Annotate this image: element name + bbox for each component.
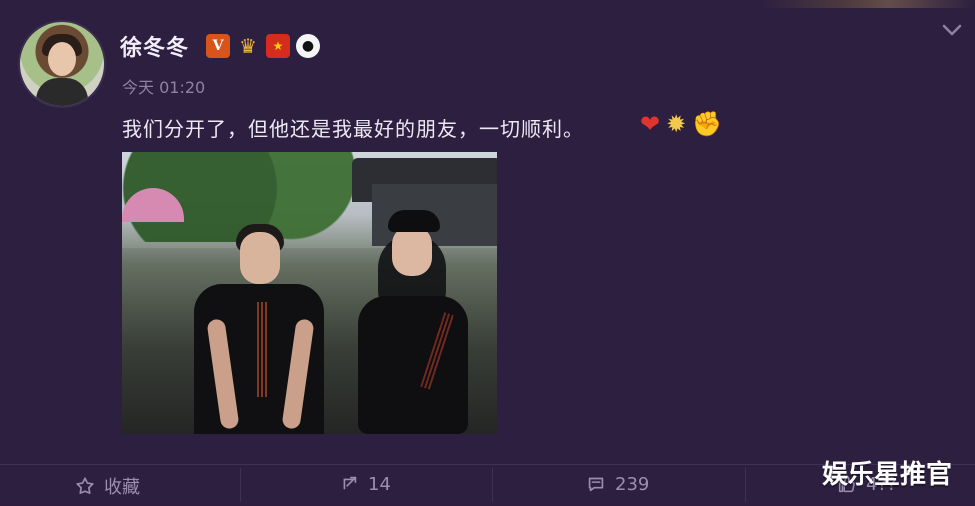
favorite-label: 收藏 [104, 477, 140, 498]
star-icon [76, 477, 94, 494]
post-time: 今天 01:20 [122, 78, 206, 97]
image-woman-head [392, 226, 432, 276]
comment-icon [588, 477, 604, 492]
flex-arm-icon: ✊ [692, 110, 723, 138]
weibo-post-card: 徐冬冬 V ♛ ★ ● 今天 01:20 我们分开了，但他还是我最好的朋友，一切… [0, 0, 975, 505]
watermark-text: 娱乐星推官 [822, 460, 953, 490]
image-woman-cap [388, 210, 440, 232]
post-emojis: ❤ ✹ ✊ [640, 110, 722, 138]
top-decoration [760, 0, 975, 8]
avatar[interactable] [20, 22, 104, 106]
share-icon [343, 476, 357, 490]
post-text: 我们分开了，但他还是我最好的朋友，一切顺利。 [122, 117, 584, 141]
username[interactable]: 徐冬冬 [120, 30, 189, 62]
favorite-button[interactable]: 收藏 [74, 473, 140, 499]
avatar-face [48, 42, 76, 76]
comment-count: 239 [615, 473, 650, 495]
image-person-woman [352, 210, 472, 434]
crown-icon: ♛ [239, 34, 257, 58]
heart-icon: ❤ [640, 110, 661, 138]
share-count: 14 [368, 473, 391, 495]
chevron-down-icon [942, 24, 962, 36]
image-incense-1 [257, 302, 267, 397]
share-button[interactable]: 14 [338, 473, 391, 495]
more-options-icon[interactable] [941, 22, 963, 38]
image-man-head [240, 232, 280, 284]
comment-button[interactable]: 239 [585, 473, 649, 495]
verified-v-icon: V [206, 34, 230, 58]
sun-icon: ✹ [666, 110, 687, 138]
avatar-body [36, 78, 88, 106]
user-badges: V ♛ ★ ● [206, 34, 320, 58]
china-flag-icon: ★ [266, 34, 290, 58]
panda-icon: ● [296, 34, 320, 58]
post-image[interactable] [122, 152, 497, 434]
